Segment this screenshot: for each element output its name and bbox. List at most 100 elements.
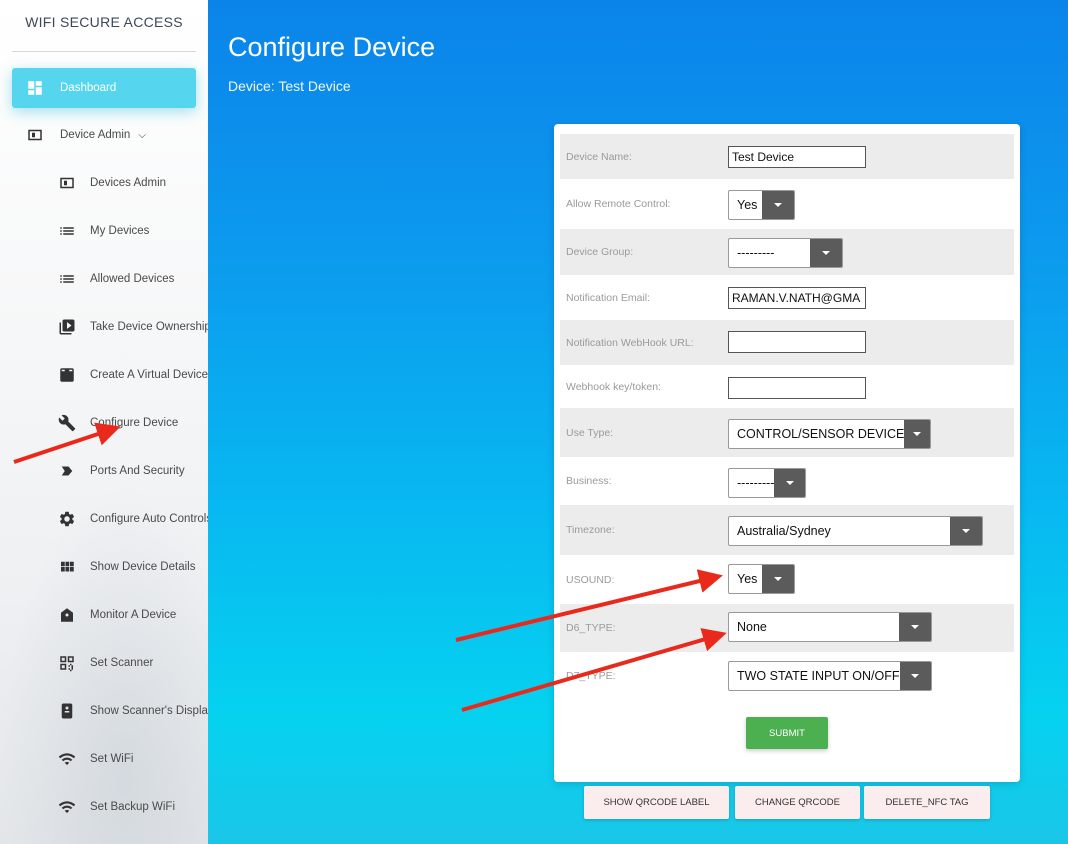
sidebar-item-auto-controls[interactable]: Configure Auto Controls — [58, 499, 208, 539]
form-row-timezone: Timezone: Australia/Sydney — [560, 505, 1014, 555]
use-type-label: Use Type: — [566, 426, 614, 439]
wifi-icon — [58, 798, 76, 816]
sidebar-item-devices-admin[interactable]: Devices Admin — [58, 163, 208, 203]
allow-remote-label: Allow Remote Control: — [566, 198, 671, 210]
business-label: Business: — [566, 475, 612, 487]
notification-email-label: Notification Email: — [566, 291, 651, 304]
webhook-key-input[interactable] — [728, 377, 866, 399]
use-type-select[interactable]: CONTROL/SENSOR DEVICE — [728, 419, 931, 449]
qrcode-icon — [58, 654, 76, 672]
caret-down-icon — [762, 191, 794, 219]
show-qrcode-label-button[interactable]: SHOW QRCODE LABEL — [584, 786, 729, 819]
d7-type-value: TWO STATE INPUT ON/OFF — [737, 669, 900, 683]
form-row-d7-type: D7_TYPE: TWO STATE INPUT ON/OFF — [560, 652, 1014, 700]
d6-type-value: None — [737, 620, 767, 634]
caret-down-icon — [899, 613, 931, 641]
list-icon — [58, 270, 76, 288]
sidebar-item-set-wifi[interactable]: Set WiFi — [58, 739, 208, 779]
device-name-label: Device Name: — [566, 150, 632, 163]
sidebar-item-device-admin[interactable]: Device Admin ⌵ — [12, 115, 196, 155]
grid-icon — [58, 558, 76, 576]
allow-remote-select[interactable]: Yes — [728, 190, 795, 220]
form-row-use-type: Use Type: CONTROL/SENSOR DEVICE — [560, 408, 1014, 457]
caret-down-icon — [899, 662, 931, 690]
sidebar-item-ports-security[interactable]: Ports And Security — [58, 451, 208, 491]
device-group-select[interactable]: --------- — [728, 238, 843, 268]
sidebar-item-label: My Devices — [90, 225, 150, 237]
sidebar-item-set-scanner[interactable]: Set Scanner — [58, 643, 208, 683]
sidebar-item-create-virtual[interactable]: Create A Virtual Device — [58, 355, 208, 395]
sidebar-item-label: Configure Auto Controls — [90, 513, 208, 525]
form-row-device-group: Device Group: --------- — [560, 229, 1014, 275]
form-row-webhook-key: Webhook key/token: — [560, 365, 1014, 408]
wrench-icon — [58, 414, 76, 432]
d7-type-select[interactable]: TWO STATE INPUT ON/OFF — [728, 661, 932, 691]
timezone-label: Timezone: — [566, 524, 615, 536]
sidebar-item-my-devices[interactable]: My Devices — [58, 211, 208, 251]
delete-nfc-tag-button[interactable]: DELETE_NFC TAG — [864, 786, 990, 819]
brand-divider — [12, 51, 196, 52]
sidebar-item-label: Take Device Ownership — [90, 321, 208, 333]
webhook-url-input[interactable] — [728, 331, 866, 353]
sidebar-item-label: Set Scanner — [90, 657, 154, 669]
form-row-webhook-url: Notification WebHook URL: — [560, 320, 1014, 365]
sidebar-item-configure-device[interactable]: Configure Device — [58, 403, 208, 443]
form-row-d6-type: D6_TYPE: None — [560, 604, 1014, 652]
webhook-key-label: Webhook key/token: — [566, 380, 661, 393]
download-box-icon — [58, 366, 76, 384]
label-arrow-icon — [58, 462, 76, 480]
caret-down-icon — [904, 420, 930, 448]
sidebar-item-label: Devices Admin — [90, 177, 167, 189]
usound-label: USOUND: — [566, 573, 615, 586]
sidebar-item-backup-wifi[interactable]: Set Backup WiFi — [58, 787, 208, 827]
sidebar-item-label: Allowed Devices — [90, 273, 175, 285]
device-group-label: Device Group: — [566, 246, 634, 258]
sidebar-item-take-ownership[interactable]: Take Device Ownership — [58, 307, 208, 347]
notification-email-input[interactable] — [728, 287, 866, 309]
configure-form-card: Device Name: Allow Remote Control: Yes D… — [554, 124, 1020, 782]
form-row-device-name: Device Name: — [560, 134, 1014, 179]
sidebar-item-label: Monitor A Device — [90, 609, 177, 621]
sidebar-item-label: Create A Virtual Device — [90, 369, 208, 381]
usound-value: Yes — [737, 572, 758, 586]
main-panel: Configure Device Device: Test Device Dev… — [208, 0, 1068, 844]
caret-down-icon — [810, 239, 842, 267]
timezone-value: Australia/Sydney — [737, 524, 831, 538]
form-row-notification-email: Notification Email: — [560, 275, 1014, 320]
sidebar-item-label: Set WiFi — [90, 753, 134, 765]
sidebar-item-scanner-display[interactable]: Show Scanner's Display — [58, 691, 208, 731]
gear-icon — [58, 510, 76, 528]
home-icon — [58, 606, 76, 624]
form-row-business: Business: --------- — [560, 457, 1014, 505]
use-type-value: CONTROL/SENSOR DEVICE — [737, 427, 905, 441]
devices-admin-icon — [58, 174, 76, 192]
allow-remote-value: Yes — [737, 198, 758, 212]
submit-button[interactable]: SUBMIT — [746, 717, 828, 749]
sidebar-item-allowed-devices[interactable]: Allowed Devices — [58, 259, 208, 299]
wifi-icon — [58, 750, 76, 768]
timezone-select[interactable]: Australia/Sydney — [728, 516, 983, 546]
webhook-url-label: Notification WebHook URL: — [566, 336, 694, 349]
form-row-usound: USOUND: Yes — [560, 555, 1014, 604]
device-name-input[interactable] — [728, 146, 866, 168]
business-value: --------- — [737, 476, 775, 490]
sidebar-item-show-details[interactable]: Show Device Details — [58, 547, 208, 587]
brand-title: WIFI SECURE ACCESS — [25, 14, 183, 30]
chevron-down-icon: ⌵ — [138, 129, 146, 141]
usound-select[interactable]: Yes — [728, 564, 795, 594]
sidebar-item-label: Dashboard — [60, 82, 117, 94]
sidebar-item-monitor[interactable]: Monitor A Device — [58, 595, 208, 635]
d6-type-select[interactable]: None — [728, 612, 932, 642]
form-row-allow-remote: Allow Remote Control: Yes — [560, 179, 1014, 229]
change-qrcode-button[interactable]: CHANGE QRCODE — [735, 786, 860, 819]
list-icon — [58, 222, 76, 240]
device-group-value: --------- — [737, 246, 775, 260]
sidebar: WIFI SECURE ACCESS Dashboard Device Admi… — [0, 0, 208, 844]
caret-down-icon — [762, 565, 794, 593]
scanner-device-icon — [58, 702, 76, 720]
sidebar-item-label: Configure Device — [90, 417, 179, 429]
sidebar-item-dashboard[interactable]: Dashboard — [12, 68, 196, 108]
dashboard-icon — [26, 79, 44, 97]
business-select[interactable]: --------- — [728, 468, 806, 498]
device-admin-icon — [26, 126, 44, 144]
